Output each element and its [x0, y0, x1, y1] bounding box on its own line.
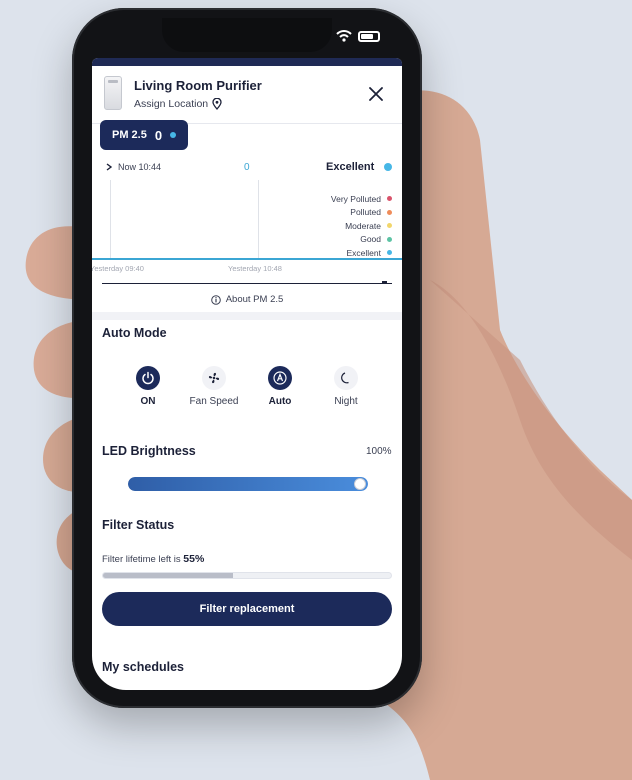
led-slider-thumb[interactable]	[354, 478, 366, 490]
legend-label: Polluted	[350, 207, 381, 218]
time-label-start: Yesterday 09:40	[92, 264, 144, 273]
legend-label: Excellent	[346, 247, 382, 258]
top-strip	[92, 58, 402, 66]
about-pm-link[interactable]: About PM 2.5	[92, 294, 402, 305]
location-pin-icon	[212, 98, 222, 110]
legend-item: Very Polluted	[292, 192, 392, 206]
pm-history-chart: Now 10:44 0 Excellent Very Polluted Pollu…	[92, 158, 402, 308]
quality-legend: Very Polluted Polluted Moderate Good Excelle…	[292, 192, 392, 260]
device-header: Living Room Purifier Assign Location	[92, 66, 402, 124]
filter-lifetime-fill	[103, 573, 233, 578]
led-brightness-value: 100%	[366, 446, 392, 457]
now-time-label: Now 10:44	[118, 162, 162, 172]
filter-lifetime-text: Filter lifetime left is 55%	[102, 553, 204, 565]
mode-auto-label: Auto	[268, 396, 292, 407]
chevron-right-icon	[106, 163, 112, 171]
timeline-scrubber[interactable]	[102, 283, 392, 284]
legend-item: Good	[292, 233, 392, 247]
device-title: Living Room Purifier	[134, 78, 262, 93]
legend-dot	[387, 236, 392, 242]
fan-icon	[202, 366, 226, 390]
mode-fan-speed-label: Fan Speed	[189, 396, 239, 407]
pm25-status-dot	[170, 132, 177, 138]
led-brightness-title: LED Brightness	[102, 444, 196, 458]
legend-label: Good	[360, 234, 381, 245]
auto-mode-title: Auto Mode	[102, 326, 167, 340]
about-pm-label: About PM 2.5	[225, 294, 284, 305]
legend-dot	[387, 250, 392, 256]
mode-night-label: Night	[334, 396, 358, 407]
my-schedules-title: My schedules	[102, 660, 184, 674]
phone-notch	[162, 18, 332, 52]
power-icon	[136, 366, 160, 390]
info-icon	[210, 294, 221, 305]
section-divider	[92, 312, 402, 320]
chart-gridline	[110, 180, 111, 258]
mode-on-label: ON	[140, 396, 156, 407]
app-screen: Living Room Purifier Assign Location PM …	[92, 58, 402, 690]
pm25-label: PM 2.5	[112, 129, 147, 141]
assign-location-link[interactable]: Assign Location	[134, 98, 222, 110]
purifier-icon	[104, 76, 122, 110]
mode-auto-button[interactable]: Auto	[245, 366, 315, 407]
current-quality-dot	[384, 163, 392, 171]
mode-on-button[interactable]: ON	[113, 366, 183, 407]
battery-icon	[358, 30, 380, 42]
filter-replacement-button[interactable]: Filter replacement	[102, 592, 392, 626]
chart-baseline	[92, 258, 402, 260]
pm25-value: 0	[154, 127, 163, 143]
timeline-handle[interactable]	[382, 281, 387, 284]
mode-night-button[interactable]: Night	[311, 366, 381, 407]
now-value: 0	[244, 162, 250, 173]
auto-icon	[268, 366, 292, 390]
legend-label: Very Polluted	[330, 193, 381, 204]
time-label-end: Yesterday 10:48	[228, 264, 282, 273]
legend-label: Moderate	[345, 220, 381, 231]
filter-lifetime-value: 55%	[183, 553, 205, 565]
pm25-chip[interactable]: PM 2.5 0	[100, 120, 188, 150]
filter-status-title: Filter Status	[102, 518, 175, 532]
current-quality-label: Excellent	[326, 161, 375, 173]
now-indicator[interactable]: Now 10:44	[106, 162, 161, 172]
assign-location-label: Assign Location	[134, 98, 209, 110]
legend-dot	[387, 209, 392, 215]
mode-fan-speed-button[interactable]: Fan Speed	[179, 366, 249, 407]
moon-icon	[334, 366, 358, 390]
wifi-icon	[336, 30, 352, 42]
legend-dot	[387, 196, 392, 202]
filter-lifetime-bar	[102, 572, 392, 579]
led-brightness-slider[interactable]	[128, 477, 368, 491]
legend-item: Polluted	[292, 206, 392, 220]
chart-gridline	[258, 180, 259, 258]
filter-lifetime-prefix: Filter lifetime left is	[102, 554, 181, 565]
close-icon[interactable]	[368, 86, 384, 102]
legend-item: Moderate	[292, 219, 392, 233]
legend-dot	[387, 223, 392, 229]
status-bar	[336, 30, 380, 42]
led-slider-fill	[128, 477, 368, 491]
